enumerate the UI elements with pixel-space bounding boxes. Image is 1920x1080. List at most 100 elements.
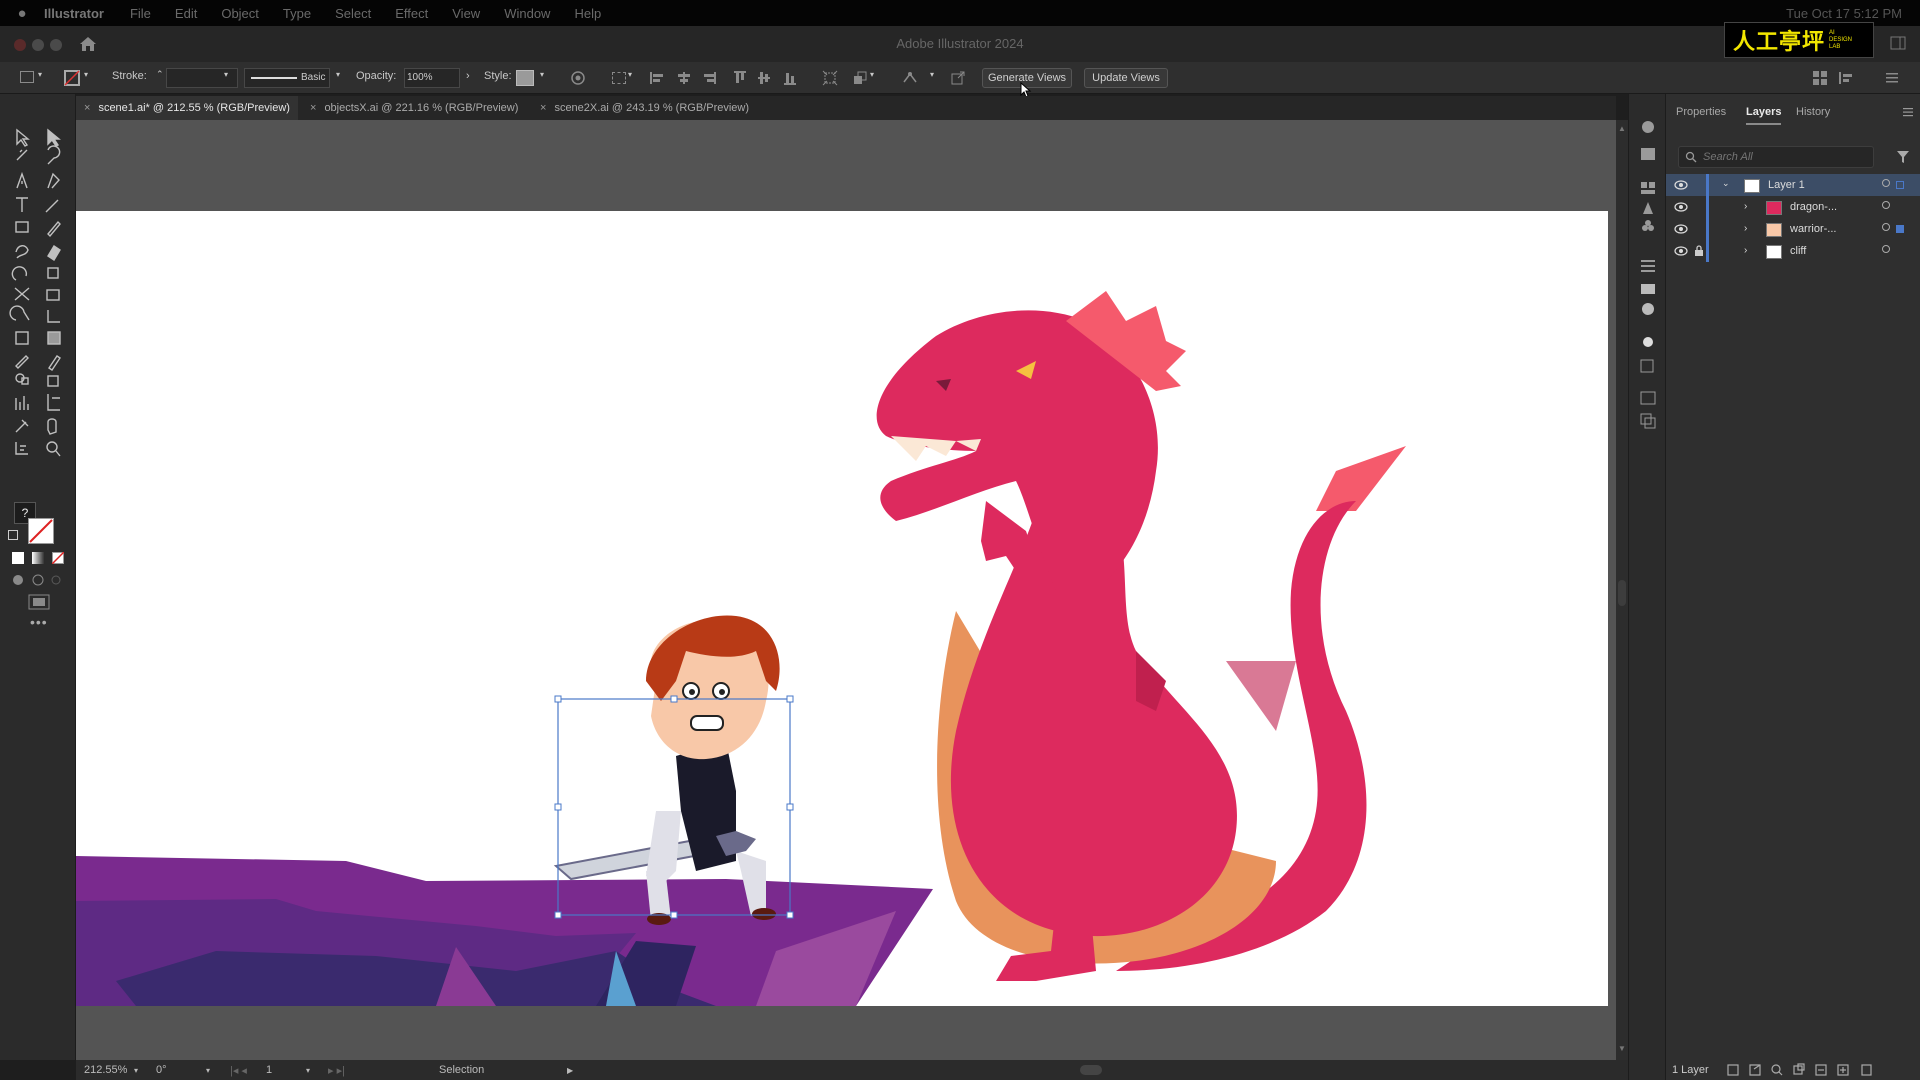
isolate-icon[interactable]	[822, 70, 838, 86]
chevron-right-icon[interactable]: ›	[1744, 201, 1747, 212]
chevron-down-icon[interactable]: ▾	[84, 70, 88, 79]
close-tab-icon[interactable]: ×	[310, 102, 316, 114]
color-mode-icon[interactable]	[12, 552, 24, 564]
scroll-down-icon[interactable]: ▼	[1618, 1044, 1626, 1053]
target-icon[interactable]	[1882, 245, 1890, 253]
eye-icon[interactable]	[1674, 246, 1688, 256]
panel-menu-icon[interactable]	[1902, 106, 1914, 118]
layer-row-cliff[interactable]: › cliff	[1666, 240, 1920, 262]
tab-properties[interactable]: Properties	[1676, 106, 1726, 118]
chevron-right-icon[interactable]: ›	[466, 70, 470, 82]
apple-menu-icon[interactable]: ●	[0, 5, 44, 22]
recolor-artwork-icon[interactable]	[570, 70, 586, 86]
tab-scene1[interactable]: × scene1.ai* @ 212.55 % (RGB/Preview)	[76, 96, 298, 120]
chevron-down-icon[interactable]: ▾	[206, 1066, 210, 1075]
layer-row-layer-1[interactable]: ⌄ Layer 1	[1666, 174, 1920, 196]
menu-effect[interactable]: Effect	[395, 6, 428, 21]
chevron-down-icon[interactable]: ▾	[38, 70, 42, 79]
target-icon[interactable]	[1882, 201, 1890, 209]
layer-row-warrior[interactable]: › warrior-...	[1666, 218, 1920, 240]
chevron-down-icon[interactable]: ▾	[540, 70, 544, 79]
layer-name[interactable]: Layer 1	[1768, 179, 1805, 191]
arrange-documents-icon[interactable]	[1812, 70, 1828, 86]
stroke-color-swatch[interactable]	[28, 518, 54, 544]
target-icon[interactable]	[1882, 223, 1890, 231]
puppet-warp-icon[interactable]	[902, 70, 918, 86]
layer-name[interactable]: dragon-...	[1790, 201, 1837, 213]
panel-toggle-icon[interactable]	[1890, 36, 1906, 50]
menu-object[interactable]: Object	[221, 6, 259, 21]
workspace-switcher-icon[interactable]	[1838, 70, 1854, 86]
warrior-group[interactable]	[553, 615, 780, 925]
menu-help[interactable]: Help	[574, 6, 601, 21]
eye-icon[interactable]	[1674, 202, 1688, 212]
gradient-mode-icon[interactable]	[32, 552, 44, 564]
status-menu-icon[interactable]: ▶	[567, 1066, 573, 1075]
menu-select[interactable]: Select	[335, 6, 371, 21]
layer-name[interactable]: cliff	[1790, 245, 1806, 257]
graphic-style-swatch[interactable]	[516, 70, 534, 86]
chevron-down-icon[interactable]: ▾	[930, 70, 934, 79]
layers-search[interactable]	[1678, 146, 1874, 168]
cliff-group[interactable]	[76, 856, 933, 1006]
vertical-scrollbar[interactable]: ▲ ▼	[1616, 120, 1628, 1060]
tab-history[interactable]: History	[1796, 106, 1830, 118]
chevron-down-icon[interactable]: ▾	[134, 1066, 138, 1075]
eye-icon[interactable]	[1674, 224, 1688, 234]
scrollbar-thumb[interactable]	[1618, 580, 1626, 606]
tab-layers[interactable]: Layers	[1746, 106, 1782, 125]
chevron-down-icon[interactable]: ⌄	[1722, 178, 1730, 189]
search-input[interactable]	[1703, 150, 1863, 164]
menu-type[interactable]: Type	[283, 6, 311, 21]
close-tab-icon[interactable]: ×	[84, 102, 90, 114]
transform-icon[interactable]	[612, 72, 626, 84]
filter-icon[interactable]	[1896, 150, 1910, 164]
first-artboard-icon[interactable]: |◂ ◂	[230, 1064, 247, 1077]
eye-icon[interactable]	[1674, 180, 1688, 190]
tab-objectsX[interactable]: × objectsX.ai @ 221.16 % (RGB/Preview)	[302, 96, 532, 120]
opacity-field[interactable]: 100%	[404, 68, 460, 88]
scroll-up-icon[interactable]: ▲	[1618, 124, 1626, 133]
lock-icon[interactable]	[1694, 245, 1704, 257]
none-mode-icon[interactable]	[52, 552, 64, 564]
close-tab-icon[interactable]: ×	[540, 102, 546, 114]
selection-indicator-icon[interactable]	[1896, 181, 1904, 189]
stroke-weight-stepper[interactable]: ⌃	[156, 69, 164, 80]
menu-edit[interactable]: Edit	[175, 6, 197, 21]
opacity-label[interactable]: Opacity:	[356, 70, 396, 82]
menu-file[interactable]: File	[130, 6, 151, 21]
hamburger-menu-icon[interactable]	[1884, 70, 1900, 86]
current-tool-label[interactable]: Selection	[439, 1064, 484, 1076]
selection-indicator-icon[interactable]	[1896, 225, 1904, 233]
dragon-group[interactable]	[876, 291, 1406, 981]
chevron-down-icon[interactable]: ▾	[628, 70, 632, 79]
chevron-down-icon[interactable]: ▾	[224, 70, 228, 79]
update-views-button[interactable]: Update Views	[1084, 68, 1168, 88]
menu-window[interactable]: Window	[504, 6, 550, 21]
artboard[interactable]	[76, 211, 1608, 1006]
chevron-right-icon[interactable]: ›	[1744, 223, 1747, 234]
zoom-level[interactable]: 212.55%	[84, 1064, 127, 1076]
chevron-down-icon[interactable]: ▾	[870, 70, 874, 79]
stroke-swatch-icon[interactable]	[64, 70, 80, 86]
brush-definition-dropdown[interactable]: Basic	[244, 68, 330, 88]
edit-toolbar-icon[interactable]: •••	[30, 614, 48, 630]
arrange-icon[interactable]	[852, 70, 868, 86]
chevron-down-icon[interactable]: ▾	[336, 70, 340, 79]
horizontal-scrollbar-thumb[interactable]	[1080, 1065, 1102, 1075]
fill-swatch-icon[interactable]	[20, 71, 34, 83]
screen-mode-icon[interactable]	[28, 594, 50, 610]
default-colors-icon[interactable]	[8, 530, 18, 540]
chevron-right-icon[interactable]: ›	[1744, 245, 1747, 256]
export-selection-icon[interactable]	[950, 70, 966, 86]
last-artboard-icon[interactable]: ▸ ▸|	[328, 1064, 345, 1077]
draw-mode-icons[interactable]	[12, 574, 62, 586]
target-icon[interactable]	[1882, 179, 1890, 187]
layer-actions[interactable]	[1726, 1063, 1912, 1077]
app-menu[interactable]: Illustrator	[44, 6, 104, 21]
tab-scene2X[interactable]: × scene2X.ai @ 243.19 % (RGB/Preview)	[532, 96, 762, 120]
artboard-number[interactable]: 1	[266, 1064, 272, 1076]
layer-row-dragon[interactable]: › dragon-...	[1666, 196, 1920, 218]
menu-view[interactable]: View	[452, 6, 480, 21]
rotation-value[interactable]: 0°	[156, 1064, 167, 1076]
